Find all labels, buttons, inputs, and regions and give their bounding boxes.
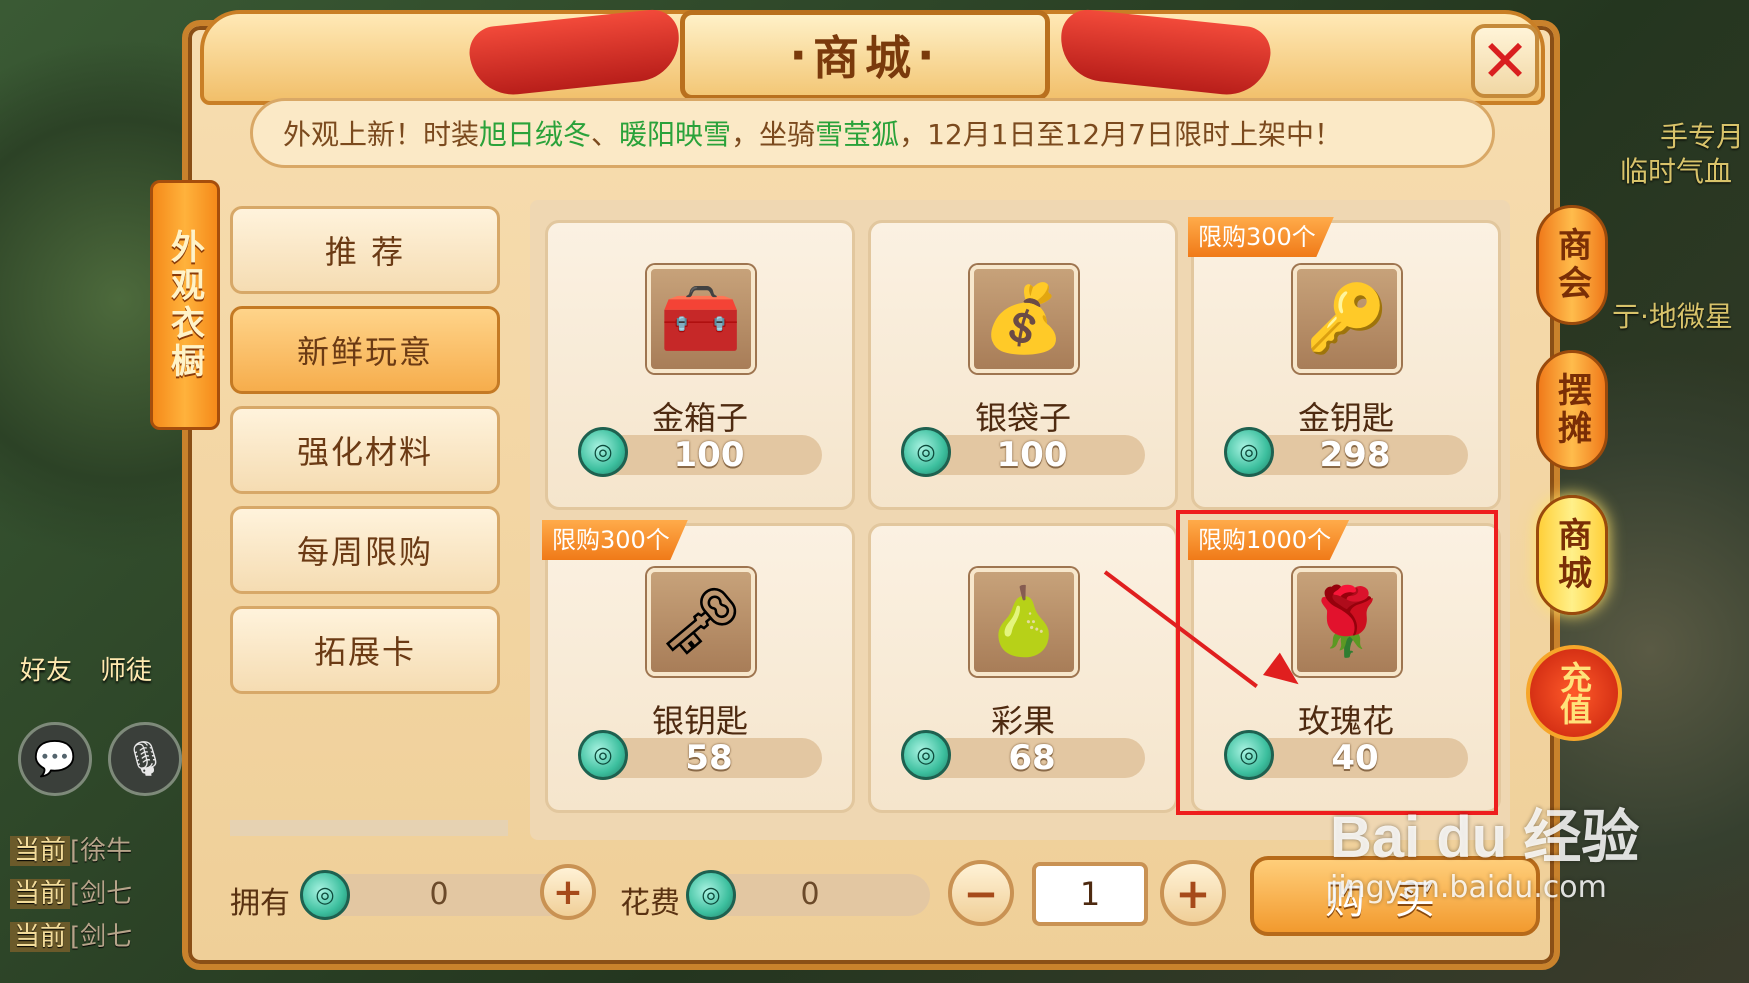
close-button[interactable]: ✕ (1471, 24, 1539, 98)
chat-line: 当前 [徐牛 (10, 830, 132, 867)
friends-label[interactable]: 好友 (20, 650, 72, 687)
item-card[interactable]: 🧰 金箱子 ◎ 100 (545, 220, 855, 510)
microphone-icon[interactable]: 🎙 (108, 722, 182, 796)
item-card[interactable]: 限购300个 🗝 银钥匙 ◎ 58 (542, 520, 855, 813)
purchase-limit-badge: 限购300个 (1188, 217, 1334, 257)
category-list-footer (230, 820, 508, 836)
silver-bag-icon: 💰 (970, 265, 1078, 373)
category-expansion-card[interactable]: 拓展卡 (230, 606, 500, 694)
hud-text: 亍·地微星 (1612, 300, 1733, 333)
category-novelty[interactable]: 新鲜玩意 (230, 306, 500, 394)
window-title: · 商城 · (680, 10, 1050, 100)
add-currency-button[interactable]: + (540, 864, 596, 920)
increase-quantity-button[interactable]: + (1160, 860, 1226, 926)
baidu-watermark: Bai du 经验 jingyan.baidu.com (1330, 805, 1640, 905)
item-card[interactable]: 🍐 彩果 ◎ 68 (868, 523, 1178, 813)
side-tab-guild[interactable]: 商会 (1536, 205, 1608, 325)
gold-key-icon: 🔑 (1293, 265, 1401, 373)
item-card[interactable]: 💰 银袋子 ◎ 100 (868, 220, 1178, 510)
side-tab-stall[interactable]: 摆摊 (1536, 350, 1608, 470)
jade-coin-icon: ◎ (300, 870, 350, 920)
purchase-limit-badge: 限购300个 (542, 520, 688, 560)
recharge-button[interactable]: 充值 (1526, 645, 1622, 741)
hud-text: 临时气血 (1620, 155, 1733, 188)
treasure-chest-icon: 🧰 (647, 265, 755, 373)
quantity-input[interactable]: 1 (1032, 862, 1148, 926)
plus-icon: + (552, 871, 584, 913)
item-price: 58 (685, 738, 733, 778)
close-icon: ✕ (1480, 27, 1530, 95)
category-list: 推 荐 新鲜玩意 强化材料 每周限购 拓展卡 (230, 190, 508, 840)
item-price: 100 (673, 435, 745, 475)
category-recommend[interactable]: 推 荐 (230, 206, 500, 294)
silver-key-icon: 🗝 (647, 568, 755, 676)
category-weekly-limit[interactable]: 每周限购 (230, 506, 500, 594)
minus-icon: − (963, 868, 999, 918)
item-price: 298 (1319, 435, 1391, 475)
item-price: 100 (996, 435, 1068, 475)
item-card[interactable]: 限购300个 🔑 金钥匙 ◎ 298 (1188, 217, 1501, 510)
chat-line: 当前 [剑七 (10, 916, 132, 953)
plus-icon: + (1175, 868, 1211, 918)
category-materials[interactable]: 强化材料 (230, 406, 500, 494)
hud-text: 手专月 (1660, 120, 1745, 153)
announcement-banner: 外观上新！时装 旭日绒冬、暖阳映雪 ，坐骑 雪莹狐 ，12月1日至12月7日限时上架中！ (250, 98, 1495, 168)
side-tab-mall[interactable]: 商城 (1536, 495, 1608, 615)
chat-icon[interactable]: 💬 (18, 722, 92, 796)
item-price: 68 (1008, 738, 1056, 778)
jade-coin-icon: ◎ (686, 870, 736, 920)
chat-line: 当前 [剑七 (10, 873, 132, 910)
master-label[interactable]: 师徒 (100, 650, 152, 687)
rainbow-fruit-icon: 🍐 (970, 568, 1078, 676)
decrease-quantity-button[interactable]: − (948, 860, 1014, 926)
own-label: 拥有 (230, 886, 290, 921)
wardrobe-tab[interactable]: 外观衣橱 (150, 180, 220, 430)
cost-label: 花费 (620, 886, 680, 921)
